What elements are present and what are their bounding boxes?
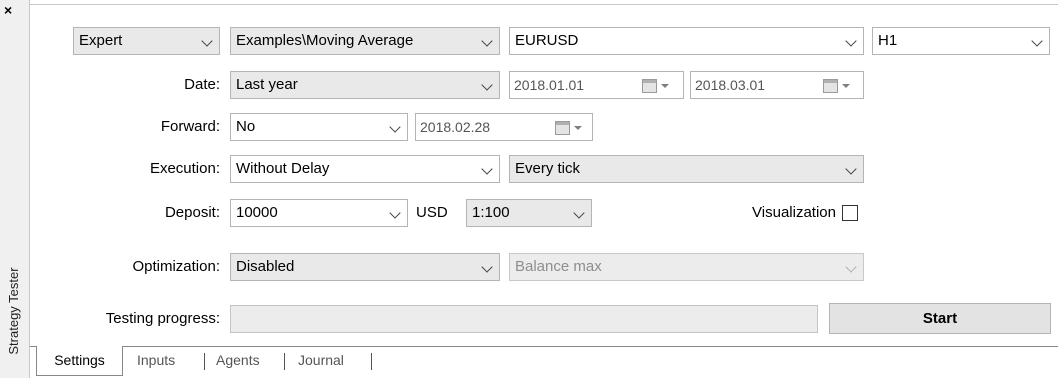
chevron-down-icon — [1031, 35, 1043, 47]
chevron-down-icon — [845, 261, 857, 273]
chevron-down-icon — [201, 35, 213, 47]
forward-date-input[interactable]: 2018.02.28 — [415, 113, 593, 141]
date-label: Date: — [184, 76, 220, 93]
date-from-input[interactable]: 2018.01.01 — [509, 71, 684, 99]
date-to-input[interactable]: 2018.03.01 — [690, 71, 864, 99]
visualization-checkbox[interactable] — [842, 205, 858, 221]
progress-label: Testing progress: — [105, 310, 220, 327]
chevron-down-icon — [481, 163, 493, 175]
tab-agents[interactable]: Agents — [216, 346, 260, 376]
visualization-label: Visualization — [752, 204, 836, 221]
chevron-down-icon — [845, 35, 857, 47]
modelling-value: Every tick — [515, 160, 581, 177]
program-type-select[interactable]: Expert — [73, 27, 220, 55]
tab-separator — [371, 353, 372, 370]
chevron-down-icon — [389, 121, 401, 133]
execution-select[interactable]: Without Delay — [230, 155, 500, 183]
forward-label: Forward: — [160, 118, 220, 135]
calendar-icon[interactable] — [823, 79, 838, 93]
tab-settings[interactable]: Settings — [36, 346, 123, 376]
expert-value: Examples\Moving Average — [236, 32, 414, 49]
chevron-down-icon — [481, 35, 493, 47]
modelling-select[interactable]: Every tick — [509, 155, 864, 183]
calendar-icon[interactable] — [555, 121, 570, 135]
dropdown-arrow-icon[interactable] — [574, 126, 582, 130]
start-button[interactable]: Start — [829, 303, 1051, 334]
close-icon[interactable]: × — [4, 2, 12, 18]
deposit-value: 10000 — [236, 204, 278, 221]
deposit-select[interactable]: 10000 — [230, 199, 408, 227]
timeframe-select[interactable]: H1 — [872, 27, 1050, 55]
chevron-down-icon — [389, 207, 401, 219]
leverage-value: 1:100 — [472, 204, 510, 221]
symbol-select[interactable]: EURUSD — [509, 27, 864, 55]
progress-bar — [230, 305, 818, 333]
optimization-label: Optimization: — [132, 258, 220, 275]
timeframe-value: H1 — [878, 32, 898, 49]
tab-journal[interactable]: Journal — [298, 346, 344, 376]
optimization-criterion-select[interactable]: Balance max — [509, 253, 864, 281]
expert-select[interactable]: Examples\Moving Average — [230, 27, 500, 55]
date-mode-select[interactable]: Last year — [230, 71, 500, 99]
dropdown-arrow-icon[interactable] — [661, 84, 669, 88]
optimization-select[interactable]: Disabled — [230, 253, 500, 281]
execution-value: Without Delay — [236, 160, 330, 177]
date-mode-value: Last year — [236, 76, 298, 93]
tab-inputs[interactable]: Inputs — [137, 346, 175, 376]
tab-separator — [284, 353, 285, 370]
deposit-label: Deposit: — [164, 204, 220, 221]
forward-select[interactable]: No — [230, 113, 408, 141]
optimization-criterion-value: Balance max — [515, 258, 602, 275]
chevron-down-icon — [481, 261, 493, 273]
date-from-value: 2018.01.01 — [514, 77, 585, 93]
date-to-value: 2018.03.01 — [695, 77, 766, 93]
leverage-select[interactable]: 1:100 — [466, 199, 592, 227]
chevron-down-icon — [573, 207, 585, 219]
execution-label: Execution: — [149, 160, 220, 177]
tab-divider — [30, 346, 1058, 347]
chevron-down-icon — [481, 79, 493, 91]
dropdown-arrow-icon[interactable] — [842, 84, 850, 88]
currency-label: USD — [416, 204, 448, 221]
top-divider — [30, 4, 1058, 5]
calendar-icon[interactable] — [642, 79, 657, 93]
panel-title: Strategy Tester — [6, 267, 21, 355]
symbol-value: EURUSD — [515, 32, 579, 49]
forward-date-value: 2018.02.28 — [420, 119, 491, 135]
chevron-down-icon — [845, 163, 857, 175]
optimization-value: Disabled — [236, 258, 295, 275]
program-type-value: Expert — [79, 32, 123, 49]
forward-value: No — [236, 118, 256, 135]
tab-separator — [204, 353, 205, 370]
